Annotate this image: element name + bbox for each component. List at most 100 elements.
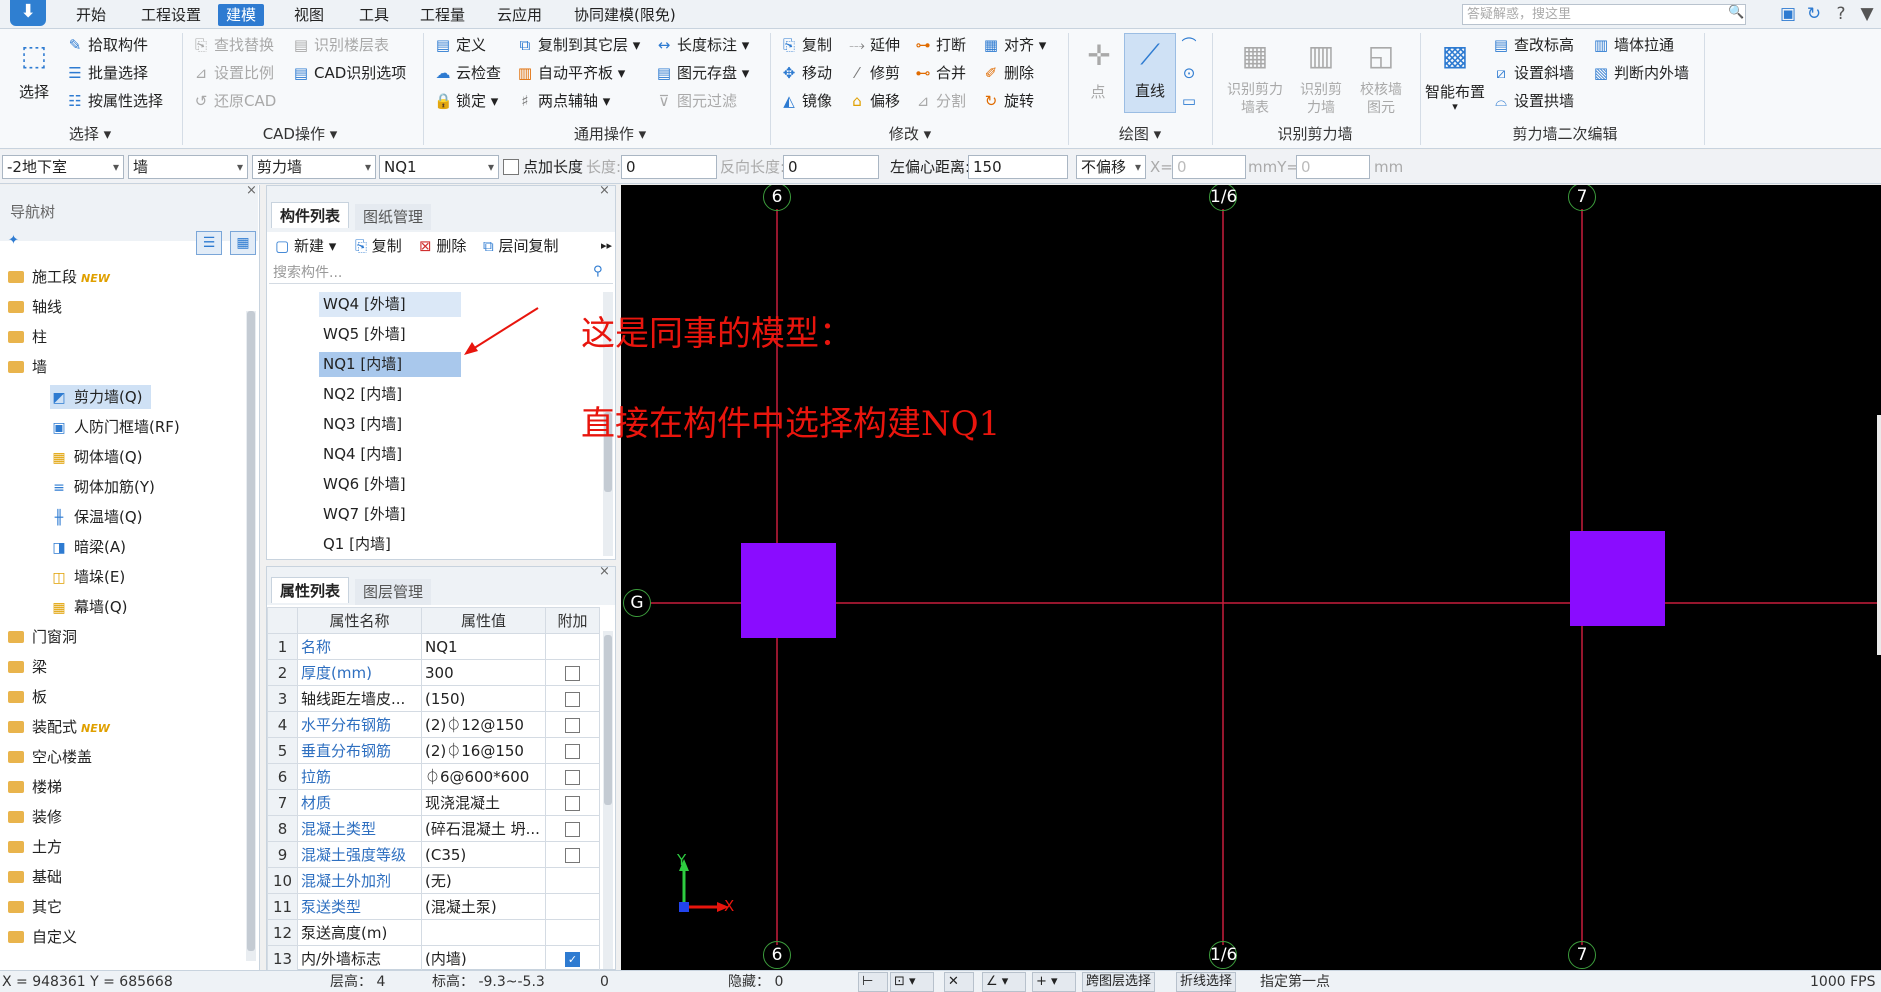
- point-length-checkbox[interactable]: [503, 159, 519, 175]
- auto-align-slab-button[interactable]: ▥ 自动平齐板 ▾: [516, 61, 625, 85]
- property-value[interactable]: (混凝土泵): [421, 893, 546, 920]
- user-icon[interactable]: ▣: [1777, 3, 1799, 25]
- cross-toggle[interactable]: ✕: [944, 972, 974, 992]
- split-button[interactable]: ⊿ 分割: [914, 89, 966, 113]
- nav-item-earthwork[interactable]: 土方: [8, 835, 62, 859]
- mirror-button[interactable]: ◭ 镜像: [780, 89, 832, 113]
- group-common-label[interactable]: 通用操作 ▾: [550, 123, 670, 145]
- table-row[interactable]: 7 材质 现浇混凝土: [267, 789, 600, 816]
- element-filter-button[interactable]: ⊽ 图元过滤: [655, 89, 738, 113]
- extra-checkbox[interactable]: ✓: [565, 951, 580, 967]
- property-value[interactable]: 300: [421, 659, 546, 686]
- property-value[interactable]: (无): [421, 867, 546, 894]
- set-scale-button[interactable]: ⊿ 设置比例: [192, 61, 274, 85]
- nav-item-prefab[interactable]: 装配式 NEW: [8, 715, 110, 739]
- copy-button[interactable]: ⎘ 复制: [780, 33, 832, 57]
- snap-toggle[interactable]: ⊡ ▾: [890, 972, 934, 992]
- menu-view[interactable]: 视图: [286, 4, 332, 26]
- component-search-input[interactable]: 搜索构件...: [269, 262, 613, 284]
- list-item[interactable]: NQ2 [内墙]: [319, 382, 461, 407]
- group-select-label[interactable]: 选择 ▾: [50, 123, 130, 145]
- nav-item-curtain-wall[interactable]: ▦ 幕墙(Q): [50, 595, 127, 619]
- table-row[interactable]: 11 泵送类型 (混凝土泵): [267, 893, 600, 920]
- nav-item-decoration[interactable]: 装修: [8, 805, 62, 829]
- property-value[interactable]: NQ1: [421, 633, 546, 660]
- nav-item-civil-defense-wall[interactable]: ▣ 人防门框墙(RF): [50, 415, 179, 439]
- component-select[interactable]: NQ1: [379, 155, 499, 179]
- shift-select[interactable]: 不偏移: [1076, 155, 1146, 179]
- rotate-button[interactable]: ↻ 旋转: [982, 89, 1034, 113]
- floor-select[interactable]: -2地下室: [2, 155, 124, 179]
- nav-item-masonry-rebar[interactable]: ≡ 砌体加筋(Y): [50, 475, 155, 499]
- question-icon[interactable]: ?: [1830, 3, 1852, 25]
- length-dimension-button[interactable]: ↔ 长度标注 ▾: [655, 33, 750, 57]
- find-replace-button[interactable]: ⎘ 查找替换: [192, 33, 274, 57]
- nav-item-masonry-wall[interactable]: ▦ 砌体墙(Q): [50, 445, 142, 469]
- search-icon[interactable]: 🔍: [1728, 5, 1744, 20]
- property-value[interactable]: [421, 919, 546, 946]
- property-value[interactable]: (150): [421, 685, 546, 712]
- property-value[interactable]: (碎石混凝土 坍...: [421, 815, 546, 842]
- close-icon[interactable]: ×: [246, 183, 257, 198]
- nav-item-wall[interactable]: 墙: [8, 355, 47, 379]
- cloud-check-button[interactable]: ☁ 云检查: [434, 61, 502, 85]
- align-button[interactable]: ▦ 对齐 ▾: [982, 33, 1046, 57]
- property-value[interactable]: (2)⏀12@150: [421, 711, 546, 738]
- copy-component-button[interactable]: ⎘ 复制: [355, 234, 402, 258]
- extra-checkbox[interactable]: [565, 691, 580, 707]
- menu-start[interactable]: 开始: [68, 4, 114, 26]
- table-row[interactable]: 1 名称 NQ1: [267, 633, 600, 660]
- menu-quantities[interactable]: 工程量: [412, 4, 473, 26]
- property-value[interactable]: (C35): [421, 841, 546, 868]
- nav-item-insulation-wall[interactable]: ╫ 保温墙(Q): [50, 505, 143, 529]
- set-slope-wall-button[interactable]: ⧄ 设置斜墙: [1492, 61, 1574, 85]
- list-item-selected[interactable]: NQ1 [内墙]: [319, 352, 461, 377]
- batch-select-button[interactable]: ☰ 批量选择: [66, 61, 148, 85]
- drawing-canvas[interactable]: 6 1/6 7 6 1/6 7 G Y X: [621, 185, 1881, 970]
- nav-item-slab[interactable]: 板: [8, 685, 47, 709]
- help-search-input[interactable]: 答疑解惑，搜这里: [1462, 4, 1746, 25]
- app-logo-icon[interactable]: ⬇: [10, 0, 46, 26]
- dynamic-input-toggle[interactable]: + ▾: [1032, 972, 1076, 992]
- trim-button[interactable]: ⁄ 修剪: [848, 61, 900, 85]
- nav-item-stairs[interactable]: 楼梯: [8, 775, 62, 799]
- list-item[interactable]: WQ5 [外墙]: [319, 322, 461, 347]
- canvas-scroll-thumb[interactable]: [1877, 415, 1881, 655]
- judge-inner-outer-button[interactable]: ▧ 判断内外墙: [1592, 61, 1689, 85]
- list-item[interactable]: NQ3 [内墙]: [319, 412, 461, 437]
- table-row[interactable]: 6 拉筋 ⏀6@600*600: [267, 763, 600, 790]
- select-button[interactable]: ⬚ 选择: [10, 35, 58, 102]
- extra-checkbox[interactable]: [565, 717, 580, 733]
- props-scrollbar[interactable]: [603, 631, 613, 969]
- tab-property-list[interactable]: 属性列表: [271, 577, 350, 603]
- nav-item-beam[interactable]: 梁: [8, 655, 47, 679]
- group-modify-label[interactable]: 修改 ▾: [870, 123, 950, 145]
- table-row[interactable]: 8 混凝土类型 (碎石混凝土 坍...: [267, 815, 600, 842]
- table-row[interactable]: 13 内/外墙标志 (内墙) ✓: [267, 945, 600, 972]
- column-right[interactable]: [1570, 531, 1665, 626]
- cad-options-button[interactable]: ▤ CAD识别选项: [292, 61, 406, 85]
- menu-modeling[interactable]: 建模: [218, 4, 265, 26]
- set-arch-wall-button[interactable]: ⌓ 设置拱墙: [1492, 89, 1574, 113]
- tab-drawing-management[interactable]: 图纸管理: [355, 204, 432, 230]
- extra-checkbox[interactable]: [565, 665, 580, 681]
- menu-tools[interactable]: 工具: [351, 4, 397, 26]
- table-row[interactable]: 12 泵送高度(m): [267, 919, 600, 946]
- property-value[interactable]: ⏀6@600*600: [421, 763, 546, 790]
- smart-layout-button[interactable]: ▩ 智能布置 ▾: [1422, 35, 1488, 112]
- props-scroll-thumb[interactable]: [604, 635, 612, 805]
- offset-button[interactable]: ⌂ 偏移: [848, 89, 900, 113]
- table-row[interactable]: 4 水平分布钢筋 (2)⏀12@150: [267, 711, 600, 738]
- table-row[interactable]: 5 垂直分布钢筋 (2)⏀16@150: [267, 737, 600, 764]
- move-button[interactable]: ✥ 移动: [780, 61, 832, 85]
- nav-item-wall-pier[interactable]: ◫ 墙垛(E): [50, 565, 125, 589]
- list-item[interactable]: WQ6 [外墙]: [319, 472, 461, 497]
- nav-item-construction-section[interactable]: 施工段 NEW: [8, 265, 110, 289]
- nav-item-axis[interactable]: 轴线: [8, 295, 62, 319]
- delete-component-button[interactable]: ⊠ 删除: [419, 234, 466, 258]
- rect-tool-button[interactable]: ▭: [1180, 89, 1202, 113]
- new-component-button[interactable]: ▢ 新建 ▾: [275, 234, 336, 258]
- type-select[interactable]: 墙: [128, 155, 248, 179]
- pick-component-button[interactable]: ✎ 拾取构件: [66, 33, 148, 57]
- more-icon[interactable]: ▸▸: [601, 234, 612, 258]
